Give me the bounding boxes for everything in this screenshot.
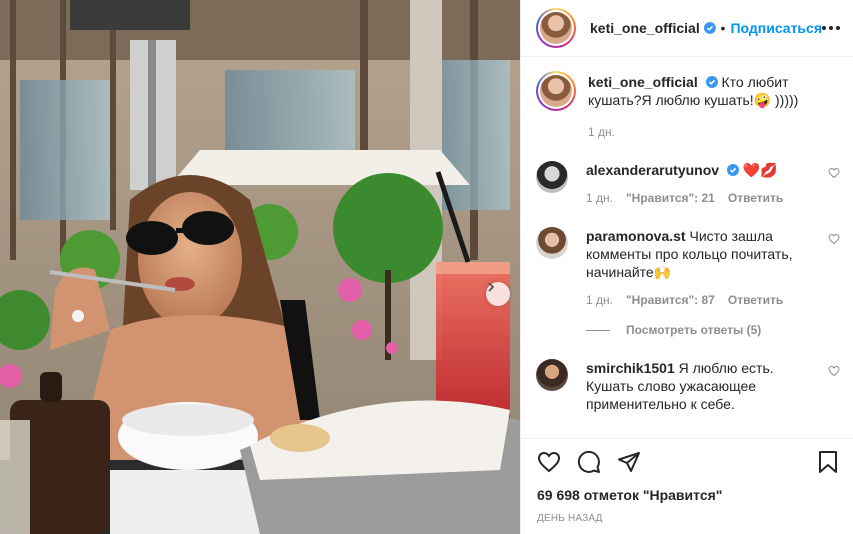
replies-divider [586,329,610,331]
verified-badge-icon [703,22,716,34]
post-date[interactable]: ДЕНЬ НАЗАД [521,506,853,534]
comment-username[interactable]: smirchik1501 [586,360,675,376]
comment-text: alexanderarutyunov ❤️💋 [586,161,814,179]
comment-like-heart-icon[interactable] [828,167,840,179]
share-icon[interactable] [617,450,641,474]
reply-button[interactable]: Ответить [728,191,783,205]
comment-item: paramonova.st Чисто зашла комменты про к… [536,227,840,307]
post-header: keti_one_official • Подписаться [521,0,853,57]
follow-button[interactable]: Подписаться [730,20,822,36]
reply-button[interactable]: Ответить [728,293,783,307]
view-replies-button[interactable]: Посмотреть ответы (5) [586,323,840,337]
comment-likes[interactable]: "Нравится": 21 [626,191,715,205]
likes-count[interactable]: 69 698 отметок "Нравится" [521,484,853,506]
instagram-post: keti_one_official • Подписаться keti_one… [0,0,853,534]
view-replies-label: Посмотреть ответы (5) [626,323,762,337]
comment-like-heart-icon[interactable] [828,233,840,245]
author-avatar[interactable] [536,8,576,48]
post-actions [521,438,853,484]
commenter-avatar[interactable] [536,359,568,391]
comment-body: ❤️💋 [738,162,778,178]
photo-illustration [0,0,520,534]
post-photo[interactable] [0,0,520,534]
comment-icon[interactable] [577,450,601,474]
comment-meta: 1 дн. "Нравится": 21 Ответить [586,191,814,205]
caption: keti_one_official Кто любит кушать?Я люб… [536,71,840,139]
caption-text: keti_one_official Кто любит кушать?Я люб… [588,73,816,109]
comment-username[interactable]: alexanderarutyunov [586,162,719,178]
post-side-panel: keti_one_official • Подписаться keti_one… [520,0,853,534]
comment-meta: 1 дн. "Нравится": 87 Ответить [586,293,814,307]
commenter-avatar[interactable] [536,227,568,259]
more-options-icon[interactable] [822,26,840,30]
author-username[interactable]: keti_one_official [590,20,700,36]
comment-text: smirchik1501 Я люблю есть. Кушать слово … [586,359,814,413]
caption-meta: 1 дн. [588,125,816,139]
comment-text: paramonova.st Чисто зашла комменты про к… [586,227,814,281]
bookmark-icon[interactable] [816,450,840,474]
comment-time[interactable]: 1 дн. [586,191,613,205]
caption-username[interactable]: keti_one_official [588,74,698,90]
comment-username[interactable]: paramonova.st [586,228,686,244]
caption-avatar[interactable] [536,71,576,111]
verified-badge-icon [726,164,739,176]
separator-dot: • [720,20,726,36]
comments-list[interactable]: keti_one_official Кто любит кушать?Я люб… [521,57,853,438]
caption-time[interactable]: 1 дн. [588,125,615,139]
commenter-avatar[interactable] [536,161,568,193]
comment-time[interactable]: 1 дн. [586,293,613,307]
next-photo-button[interactable] [486,282,510,306]
comment-item: smirchik1501 Я люблю есть. Кушать слово … [536,359,840,413]
heart-icon[interactable] [537,450,561,474]
chevron-right-icon [488,282,495,292]
comment-like-heart-icon[interactable] [828,365,840,377]
comment-likes[interactable]: "Нравится": 87 [626,293,715,307]
comment-item: alexanderarutyunov ❤️💋 1 дн. "Нравится":… [536,161,840,205]
verified-badge-icon [705,76,718,88]
